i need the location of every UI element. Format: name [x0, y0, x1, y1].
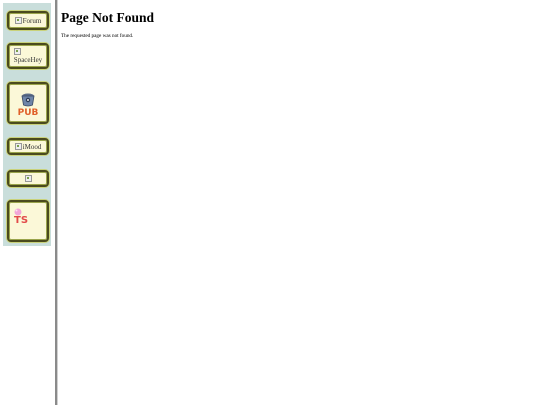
ts-badge-text: TS: [14, 215, 28, 226]
broken-image-icon: [13, 48, 21, 55]
main-content: Page Not Found The requested page was no…: [61, 0, 540, 40]
spacehey-badge-link[interactable]: SpaceHey: [7, 43, 49, 69]
blank-badge-link[interactable]: [7, 170, 49, 187]
spacehey-badge-alt: SpaceHey: [13, 48, 42, 64]
forum-badge-link[interactable]: Forum: [7, 11, 49, 30]
error-message: The requested page was not found.: [61, 33, 134, 39]
ts-badge-icon: TS: [14, 208, 28, 226]
forum-badge-alt: Forum: [14, 17, 41, 25]
broken-image-icon: [14, 143, 22, 150]
imood-badge-alt: iMood: [14, 143, 41, 151]
page-frame: Forum SpaceHey PUB iMood TS Page Not Fou…: [0, 0, 540, 405]
imood-badge-link[interactable]: iMood: [7, 138, 49, 155]
broken-image-icon: [14, 17, 22, 24]
broken-image-icon: [24, 175, 32, 182]
ts-badge-link[interactable]: TS: [7, 200, 49, 242]
pub-badge-link[interactable]: PUB: [7, 82, 49, 124]
page-title: Page Not Found: [61, 10, 155, 25]
pub-bucket-icon: PUB: [18, 93, 39, 118]
vertical-divider: [55, 0, 58, 405]
pub-badge-text: PUB: [18, 108, 39, 118]
